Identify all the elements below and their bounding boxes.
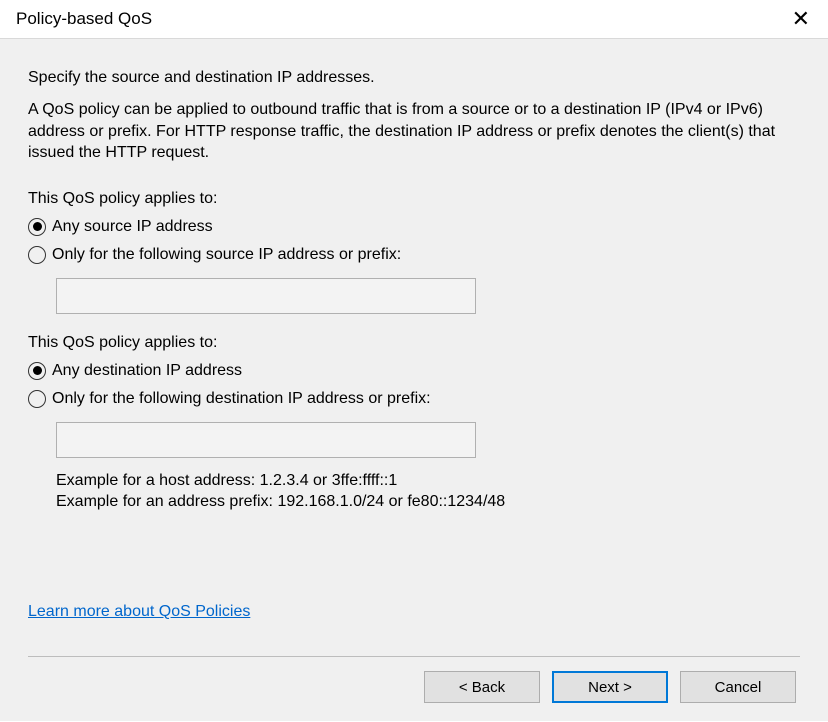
button-row: < Back Next > Cancel	[28, 671, 800, 703]
example-prefix-text: Example for an address prefix: 192.168.1…	[56, 491, 800, 513]
radio-icon	[28, 362, 46, 380]
radio-icon	[28, 218, 46, 236]
dest-any-label: Any destination IP address	[52, 362, 242, 380]
wizard-content: Specify the source and destination IP ad…	[0, 39, 828, 721]
examples-block: Example for a host address: 1.2.3.4 or 3…	[56, 470, 800, 513]
dest-any-radio-row[interactable]: Any destination IP address	[28, 362, 800, 380]
footer-separator	[28, 656, 800, 657]
source-specific-label: Only for the following source IP address…	[52, 246, 401, 264]
source-any-radio-row[interactable]: Any source IP address	[28, 218, 800, 236]
example-host-text: Example for a host address: 1.2.3.4 or 3…	[56, 470, 800, 492]
source-ip-input[interactable]	[56, 278, 476, 314]
back-button[interactable]: < Back	[424, 671, 540, 703]
dest-specific-radio-row[interactable]: Only for the following destination IP ad…	[28, 390, 800, 408]
window-title: Policy-based QoS	[16, 9, 152, 29]
close-icon[interactable]: ✕	[784, 6, 818, 32]
source-any-label: Any source IP address	[52, 218, 213, 236]
learn-more-link[interactable]: Learn more about QoS Policies	[28, 603, 250, 620]
source-specific-radio-row[interactable]: Only for the following source IP address…	[28, 246, 800, 264]
page-heading: Specify the source and destination IP ad…	[28, 69, 800, 87]
radio-icon	[28, 246, 46, 264]
titlebar: Policy-based QoS ✕	[0, 0, 828, 39]
page-description: A QoS policy can be applied to outbound …	[28, 99, 798, 164]
next-button[interactable]: Next >	[552, 671, 668, 703]
wizard-footer: < Back Next > Cancel	[28, 638, 800, 703]
dest-specific-label: Only for the following destination IP ad…	[52, 390, 431, 408]
source-group-label: This QoS policy applies to:	[28, 190, 800, 208]
cancel-button[interactable]: Cancel	[680, 671, 796, 703]
dest-ip-input[interactable]	[56, 422, 476, 458]
radio-icon	[28, 390, 46, 408]
dest-group-label: This QoS policy applies to:	[28, 334, 800, 352]
